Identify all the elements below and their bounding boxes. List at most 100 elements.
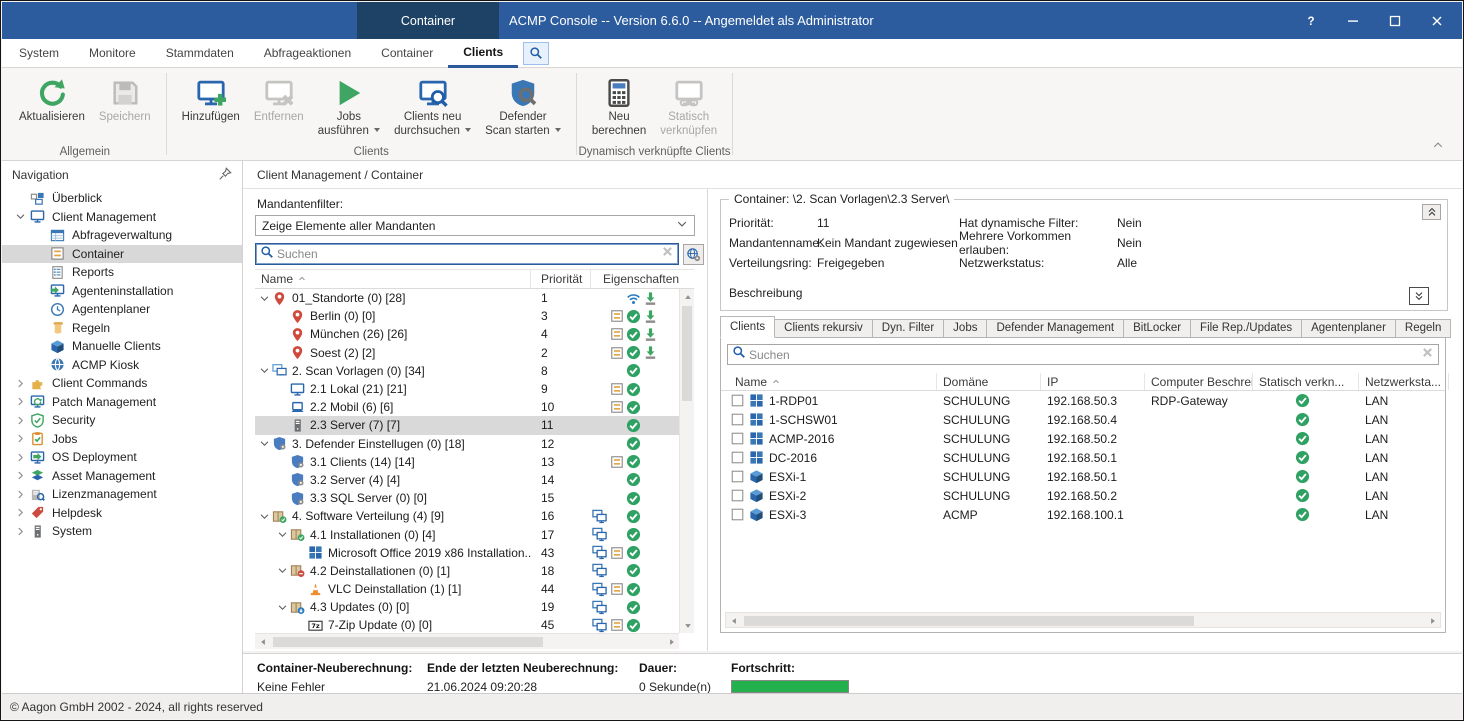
- mandant-settings-button[interactable]: [683, 244, 704, 265]
- sidebar-item-container[interactable]: Container: [2, 245, 242, 264]
- tab-clients[interactable]: Clients: [720, 316, 775, 338]
- scroll-right-button[interactable]: [664, 634, 679, 649]
- expander[interactable]: [275, 529, 290, 540]
- sidebar-item-security[interactable]: Security: [2, 411, 242, 430]
- menu-stammdaten[interactable]: Stammdaten: [151, 39, 249, 68]
- tab-agentenplaner[interactable]: Agentenplaner: [1301, 319, 1396, 338]
- sidebar-item-os-deployment[interactable]: OS Deployment: [2, 448, 242, 467]
- client-row-dc-2016[interactable]: DC-2016SCHULUNG192.168.50.1LAN: [721, 448, 1445, 467]
- client-row-esxi-3[interactable]: ESXi-3ACMP192.168.100.1LAN: [721, 505, 1445, 524]
- menu-clients[interactable]: Clients: [448, 39, 518, 68]
- scrollbar-thumb[interactable]: [744, 616, 1194, 626]
- menu-monitore[interactable]: Monitore: [74, 39, 151, 68]
- expander[interactable]: [10, 470, 30, 481]
- tree-row-microsoft-office-2019-x86-installation[interactable]: Microsoft Office 2019 x86 Installation..…: [255, 544, 679, 562]
- ribbon-speichern-button[interactable]: Speichern: [92, 71, 158, 128]
- tab-bitlocker[interactable]: BitLocker: [1123, 319, 1191, 338]
- expander[interactable]: [10, 211, 30, 222]
- sidebar-item-acmp-kiosk[interactable]: ACMP Kiosk: [2, 356, 242, 375]
- ribbon-statisch-verkn-pfen-button[interactable]: Statischverknüpfen: [653, 71, 724, 141]
- menu-system[interactable]: System: [4, 39, 74, 68]
- tree-row-4-1-installationen-0-4[interactable]: 4.1 Installationen (0) [4]17: [255, 525, 679, 543]
- tree-row-4-software-verteilung-4-9[interactable]: 4. Software Verteilung (4) [9]16: [255, 507, 679, 525]
- client-checkbox[interactable]: [731, 470, 744, 483]
- sidebar-item-client-management[interactable]: Client Management: [2, 208, 242, 227]
- expander[interactable]: [257, 293, 272, 304]
- sidebar-item-lizenzmanagement[interactable]: Lizenzmanagement: [2, 485, 242, 504]
- tab-jobs[interactable]: Jobs: [943, 319, 987, 338]
- clients-column-ip[interactable]: IP: [1041, 373, 1145, 390]
- tree-row-soest-2-2[interactable]: Soest (2) [2]2: [255, 344, 679, 362]
- client-row-1-rdp01[interactable]: 1-RDP01SCHULUNG192.168.50.3RDP-GatewayLA…: [721, 391, 1445, 410]
- tab-dyn-filter[interactable]: Dyn. Filter: [872, 319, 944, 338]
- column-header-name[interactable]: Name: [255, 270, 531, 288]
- horizontal-scrollbar[interactable]: [725, 612, 1441, 628]
- tree-row-vlc-deinstallation-1-1[interactable]: VLC Deinstallation (1) [1]44: [255, 580, 679, 598]
- client-row-1-schsw01[interactable]: 1-SCHSW01SCHULUNG192.168.50.4LAN: [721, 410, 1445, 429]
- expand-description-button[interactable]: [1409, 287, 1429, 305]
- tree-row-2-2-mobil-6-6[interactable]: 2.2 Mobil (6) [6]10: [255, 398, 679, 416]
- column-header-priorit-t[interactable]: Priorität: [531, 270, 591, 288]
- client-checkbox[interactable]: [731, 432, 744, 445]
- menu-abfrageaktionen[interactable]: Abfrageaktionen: [249, 39, 366, 68]
- client-row-acmp-2016[interactable]: ACMP-2016SCHULUNG192.168.50.2LAN: [721, 429, 1445, 448]
- tree-row-01-standorte-0-28[interactable]: 01_Standorte (0) [28]1: [255, 289, 679, 307]
- expander[interactable]: [10, 489, 30, 500]
- sidebar-item-asset-management[interactable]: Asset Management: [2, 467, 242, 486]
- expander[interactable]: [257, 511, 272, 522]
- ribbon-clients-neu-durchsuchen-button[interactable]: Clients neudurchsuchen: [387, 71, 478, 141]
- maximize-button[interactable]: [1374, 2, 1416, 39]
- expander[interactable]: [257, 438, 272, 449]
- container-search-input[interactable]: [277, 247, 658, 261]
- expander[interactable]: [10, 452, 30, 463]
- expander[interactable]: [275, 602, 290, 613]
- sidebar-item-patch-management[interactable]: Patch Management: [2, 393, 242, 412]
- tree-row-m-nchen-26-26[interactable]: München (26) [26]4: [255, 325, 679, 343]
- tree-row-3-2-server-4-4[interactable]: 3.2 Server (4) [4]14: [255, 471, 679, 489]
- tree-row-4-3-updates-0-0[interactable]: 4.3 Updates (0) [0]19: [255, 598, 679, 616]
- client-checkbox[interactable]: [731, 451, 744, 464]
- tab-clients-rekursiv[interactable]: Clients rekursiv: [774, 319, 873, 338]
- menu-container[interactable]: Container: [366, 39, 448, 68]
- mandant-filter-select[interactable]: Zeige Elemente aller Mandanten: [255, 215, 695, 236]
- scroll-left-button[interactable]: [255, 634, 270, 649]
- expander[interactable]: [10, 378, 30, 389]
- column-header-eigenschaften[interactable]: Eigenschaften: [591, 270, 694, 288]
- client-checkbox[interactable]: [731, 394, 744, 407]
- scroll-left-button[interactable]: [726, 613, 741, 628]
- scroll-down-button[interactable]: [680, 618, 695, 633]
- scroll-up-button[interactable]: [680, 289, 695, 304]
- expander[interactable]: [10, 507, 30, 518]
- expander[interactable]: [10, 396, 30, 407]
- clients-column-name[interactable]: Name: [721, 373, 937, 390]
- tab-defender-management[interactable]: Defender Management: [986, 319, 1124, 338]
- clients-column-computer-beschreib[interactable]: Computer Beschreib...: [1145, 373, 1253, 390]
- sidebar-item-regeln[interactable]: Regeln: [2, 319, 242, 338]
- ribbon-aktualisieren-button[interactable]: Aktualisieren: [12, 71, 92, 128]
- tree-row-4-2-deinstallationen-0-1[interactable]: 4.2 Deinstallationen (0) [1]18: [255, 562, 679, 580]
- tree-row-2-1-lokal-21-21[interactable]: 2.1 Lokal (21) [21]9: [255, 380, 679, 398]
- sidebar-item-agentenplaner[interactable]: Agentenplaner: [2, 300, 242, 319]
- sidebar-item-helpdesk[interactable]: Helpdesk: [2, 504, 242, 523]
- scrollbar-thumb[interactable]: [273, 637, 543, 647]
- expander[interactable]: [10, 433, 30, 444]
- clients-column-dom-ne[interactable]: Domäne: [937, 373, 1041, 390]
- vertical-scrollbar[interactable]: [679, 289, 694, 633]
- tree-row-2-scan-vorlagen-0-34[interactable]: 2. Scan Vorlagen (0) [34]8: [255, 362, 679, 380]
- tree-row-7-zip-update-0-0[interactable]: 7z7-Zip Update (0) [0]45: [255, 616, 679, 633]
- expander[interactable]: [275, 565, 290, 576]
- sidebar-item-reports[interactable]: Reports: [2, 263, 242, 282]
- sidebar-item-jobs[interactable]: Jobs: [2, 430, 242, 449]
- tree-row-3-defender-einstellugen-0-18[interactable]: 3. Defender Einstellugen (0) [18]12: [255, 435, 679, 453]
- tree-row-2-3-server-7-7[interactable]: 2.3 Server (7) [7]11: [255, 416, 679, 434]
- client-row-esxi-1[interactable]: ESXi-1SCHULUNG192.168.50.1LAN: [721, 467, 1445, 486]
- expander[interactable]: [10, 526, 30, 537]
- horizontal-scrollbar[interactable]: [255, 633, 679, 649]
- ribbon-hinzuf-gen-button[interactable]: Hinzufügen: [175, 71, 247, 128]
- client-checkbox[interactable]: [731, 489, 744, 502]
- menu-search-button[interactable]: [523, 42, 549, 65]
- clients-search-input[interactable]: [749, 348, 1418, 362]
- scroll-right-button[interactable]: [1425, 613, 1440, 628]
- tab-file-rep-updates[interactable]: File Rep./Updates: [1190, 319, 1302, 338]
- clients-column-statisch-verkn[interactable]: Statisch verkn...: [1253, 373, 1359, 390]
